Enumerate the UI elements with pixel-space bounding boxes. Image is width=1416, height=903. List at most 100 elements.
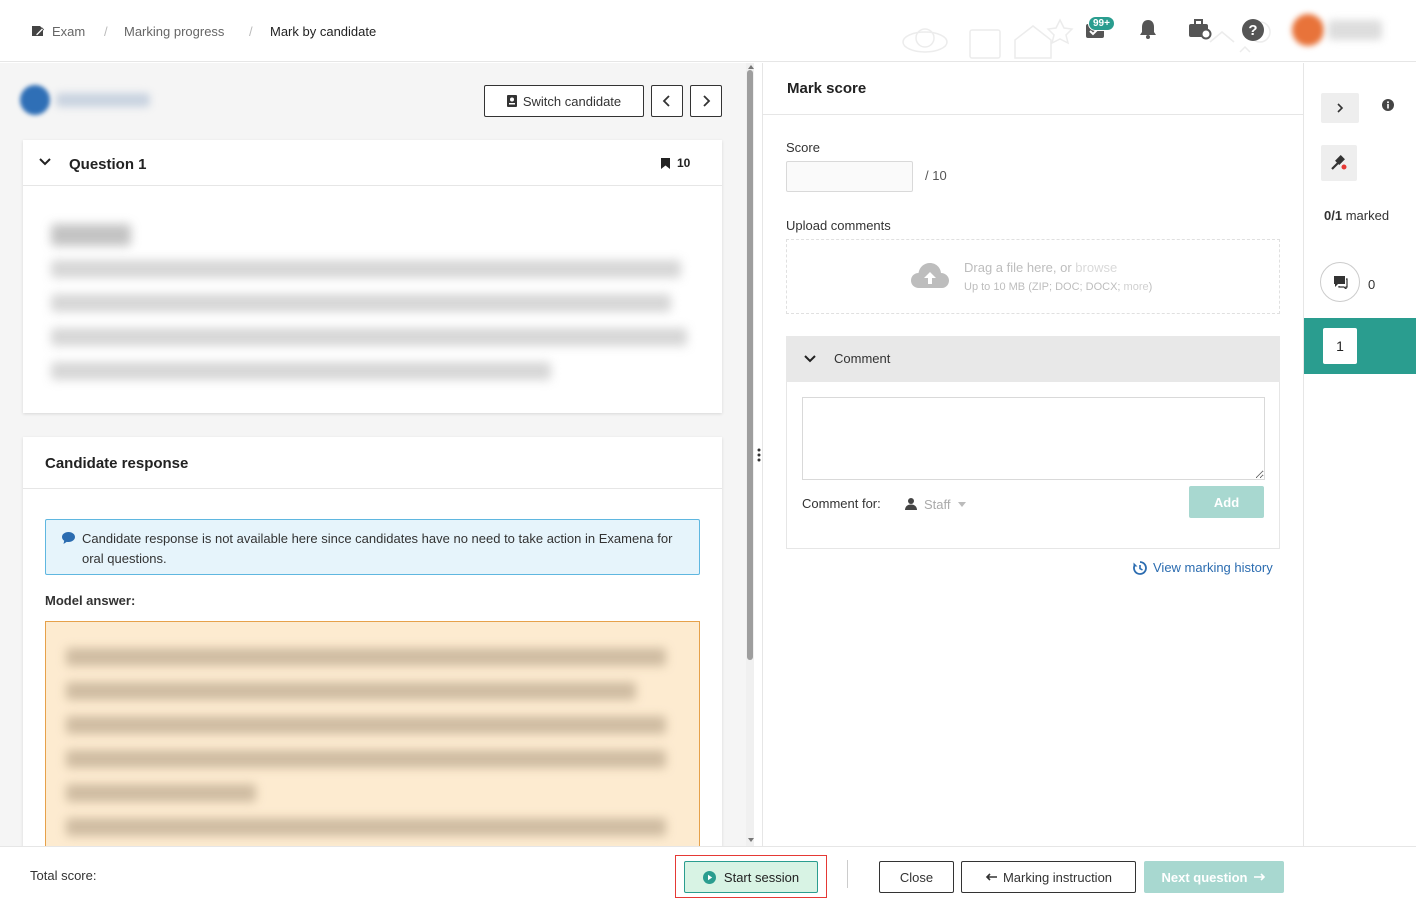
mark-score-title: Mark score (787, 80, 867, 97)
upload-prompt-text: Drag a file here, or (964, 260, 1072, 275)
mark-score-header: Mark score (763, 63, 1303, 115)
comments-button[interactable] (1320, 262, 1360, 302)
chevron-down-icon[interactable] (39, 158, 51, 166)
upload-prompt: Drag a file here, or browse (964, 260, 1117, 275)
question-heading-blurred (51, 224, 131, 246)
cloud-upload-icon (911, 263, 949, 288)
comment-section: Comment Comment for: Staff Add (786, 336, 1280, 549)
question-nav-row: 1 (1304, 318, 1416, 374)
model-answer-text-blurred (66, 648, 666, 666)
scroll-down-arrow[interactable] (748, 838, 754, 843)
question-marks: 10 (677, 156, 691, 170)
score-label: Score (786, 140, 820, 155)
upload-comments-label: Upload comments (786, 218, 891, 233)
toolbox-icon[interactable] (1188, 18, 1212, 44)
info-alert: Candidate response is not available here… (45, 519, 700, 575)
caret-down-icon (957, 501, 966, 507)
help-icon[interactable]: ? (1241, 18, 1265, 44)
scroll-up-arrow[interactable] (748, 64, 754, 69)
resize-handle-icon[interactable] (757, 448, 761, 462)
question-text-blurred (51, 362, 551, 380)
model-answer-label: Model answer: (45, 593, 136, 608)
question-text-blurred (51, 328, 687, 346)
upload-more-link[interactable]: more (1124, 281, 1149, 293)
user-avatar[interactable] (1292, 14, 1324, 46)
bell-icon[interactable] (1137, 18, 1161, 44)
arrow-right-icon (1254, 873, 1266, 881)
total-score-label: Total score: (30, 868, 97, 883)
comments-icon (1333, 276, 1348, 289)
comment-textarea[interactable] (802, 397, 1265, 480)
marking-instruction-label: Marking instruction (1002, 869, 1113, 885)
model-answer-text-blurred (66, 784, 256, 802)
previous-candidate-button[interactable] (651, 85, 683, 117)
next-candidate-button[interactable] (690, 85, 722, 117)
question-panel: Switch candidate Question 1 10 Candidate… (0, 63, 746, 846)
mark-score-panel: Mark score Score / 10 Upload comments Dr… (763, 63, 1303, 846)
gavel-icon (1331, 155, 1347, 170)
comment-section-header[interactable]: Comment (786, 336, 1280, 382)
response-title: Candidate response (45, 455, 189, 472)
comments-count: 0 (1368, 277, 1376, 292)
notification-badge: 99+ (1088, 16, 1115, 31)
view-marking-history-label: View marking history (1153, 560, 1273, 575)
footer-separator (847, 860, 848, 888)
left-panel-scrollbar-thumb[interactable] (747, 70, 753, 660)
start-session-label: Start session (723, 869, 800, 885)
close-button[interactable]: Close (879, 861, 954, 893)
model-answer-text-blurred (66, 750, 666, 768)
candidate-logo (20, 85, 50, 115)
header-decoration (902, 18, 1074, 59)
upload-dropzone[interactable]: Drag a file here, or browse Up to 10 MB … (786, 239, 1280, 314)
upload-browse-link[interactable]: browse (1075, 260, 1117, 275)
comment-icon (62, 532, 75, 544)
question-card: Question 1 10 (23, 140, 722, 413)
question-text-blurred (51, 294, 671, 312)
arrow-left-icon (985, 873, 997, 881)
candidate-name-blurred (56, 93, 150, 107)
expand-rail-button[interactable] (1321, 93, 1359, 123)
model-answer-text-blurred (66, 716, 666, 734)
breadcrumb-marking-progress[interactable]: Marking progress (124, 24, 224, 39)
add-comment-button[interactable]: Add (1189, 486, 1264, 518)
question-text-blurred (51, 260, 681, 278)
history-icon (1133, 560, 1147, 575)
info-icon[interactable] (1382, 99, 1394, 111)
model-answer-text-blurred (66, 818, 666, 836)
score-input[interactable] (786, 161, 913, 192)
response-card-header: Candidate response (23, 437, 722, 489)
user-name-blurred[interactable] (1328, 20, 1382, 40)
question-card-header[interactable]: Question 1 10 (23, 140, 722, 186)
start-session-button[interactable]: Start session (684, 861, 818, 893)
marking-tool-button[interactable] (1321, 145, 1357, 181)
question-nav-item[interactable]: 1 (1323, 328, 1357, 364)
switch-candidate-label: Switch candidate (522, 93, 622, 109)
breadcrumb-exam[interactable]: Exam (52, 24, 85, 39)
breadcrumb-separator: / (104, 24, 108, 39)
contact-card-icon (506, 95, 517, 107)
next-question-button[interactable]: Next question (1144, 861, 1284, 893)
chevron-left-icon (662, 95, 670, 107)
view-marking-history-link[interactable]: View marking history (1133, 560, 1273, 575)
chevron-right-icon (703, 95, 711, 107)
switch-candidate-button[interactable]: Switch candidate (484, 85, 644, 117)
chevron-right-icon (1337, 103, 1344, 113)
breadcrumb-separator: / (249, 24, 253, 39)
comment-header-label: Comment (834, 351, 891, 366)
score-max: / 10 (925, 168, 947, 183)
exam-icon (31, 25, 45, 40)
upload-hint-text: Up to 10 MB (ZIP; DOC; DOCX; (964, 281, 1121, 293)
question-title: Question 1 (69, 156, 147, 173)
chevron-down-icon[interactable] (804, 355, 816, 363)
side-rail: 0/1 marked 0 1 (1303, 63, 1416, 903)
play-circle-icon (702, 870, 716, 884)
top-header: Exam / Marking progress / Mark by candid… (0, 0, 1416, 62)
marking-instruction-button[interactable]: Marking instruction (961, 861, 1136, 893)
model-answer-box (45, 621, 700, 846)
marked-label: marked (1345, 208, 1390, 223)
breadcrumb-current: Mark by candidate (270, 24, 377, 39)
upload-hint-end: ) (1148, 281, 1153, 293)
next-question-label: Next question (1161, 869, 1248, 885)
footer-bar: Total score: Start session Close Marking… (0, 846, 1416, 903)
comment-for-select[interactable]: Staff (905, 494, 966, 514)
